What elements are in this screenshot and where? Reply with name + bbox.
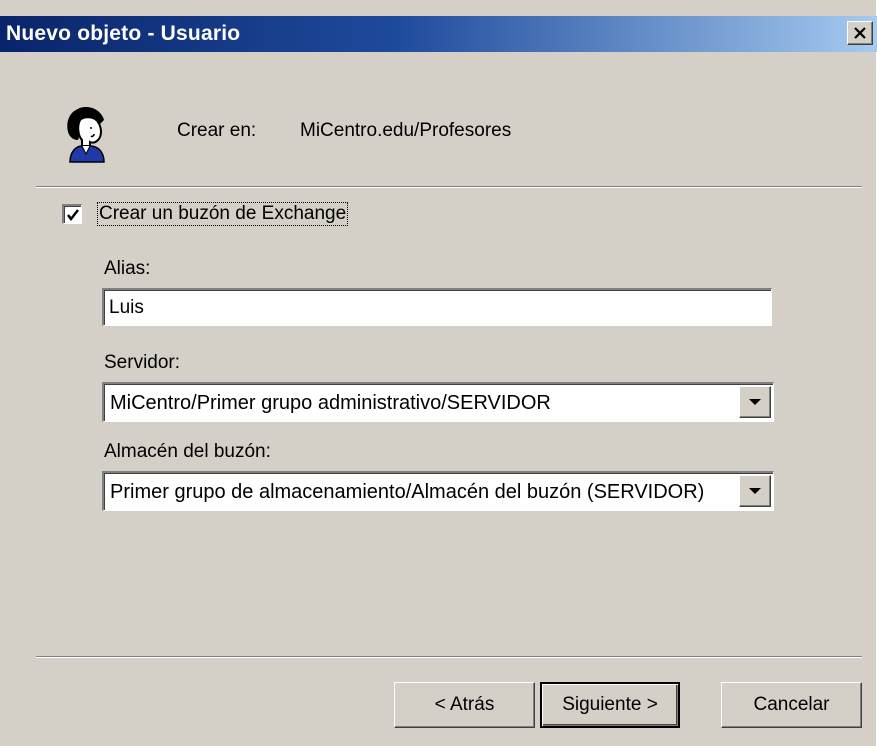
user-icon [67, 107, 105, 163]
server-select[interactable]: MiCentro/Primer grupo administrativo/SER… [102, 382, 774, 422]
window-title: Nuevo objeto - Usuario [6, 22, 241, 45]
top-divider [36, 186, 862, 188]
server-label: Servidor: [104, 352, 181, 373]
mailbox-checkbox-label[interactable]: Crear un buzón de Exchange [96, 202, 349, 226]
alias-value: Luis [109, 297, 144, 318]
store-value: Primer grupo de almacenamiento/Almacén d… [110, 481, 705, 503]
next-button-label: Siguiente > [562, 694, 658, 715]
back-button[interactable]: < Atrás [394, 682, 535, 728]
close-icon [854, 27, 866, 39]
alias-label: Alias: [104, 258, 151, 279]
bottom-divider [36, 656, 862, 658]
mailbox-checkbox[interactable] [62, 204, 82, 224]
dialog-window: Nuevo objeto - Usuario Crear en: MiCentr… [0, 0, 877, 746]
create-in-path: MiCentro.edu/Profesores [300, 120, 512, 141]
server-value: MiCentro/Primer grupo administrativo/SER… [110, 392, 551, 414]
server-dropdown-button[interactable] [739, 386, 771, 418]
title-bar[interactable]: Nuevo objeto - Usuario [0, 16, 877, 52]
close-button[interactable] [847, 21, 873, 45]
create-in-label: Crear en: [177, 120, 257, 141]
back-button-label: < Atrás [434, 694, 495, 715]
dropdown-arrow-icon [749, 488, 761, 494]
store-select[interactable]: Primer grupo de almacenamiento/Almacén d… [102, 471, 774, 511]
alias-input[interactable]: Luis [102, 288, 772, 326]
cancel-button-label: Cancelar [753, 694, 830, 715]
store-label: Almacén del buzón: [104, 441, 271, 462]
checkmark-icon [67, 209, 79, 221]
cancel-button[interactable]: Cancelar [721, 682, 862, 728]
store-dropdown-button[interactable] [739, 475, 771, 507]
dropdown-arrow-icon [749, 399, 761, 405]
next-button[interactable]: Siguiente > [540, 682, 680, 728]
